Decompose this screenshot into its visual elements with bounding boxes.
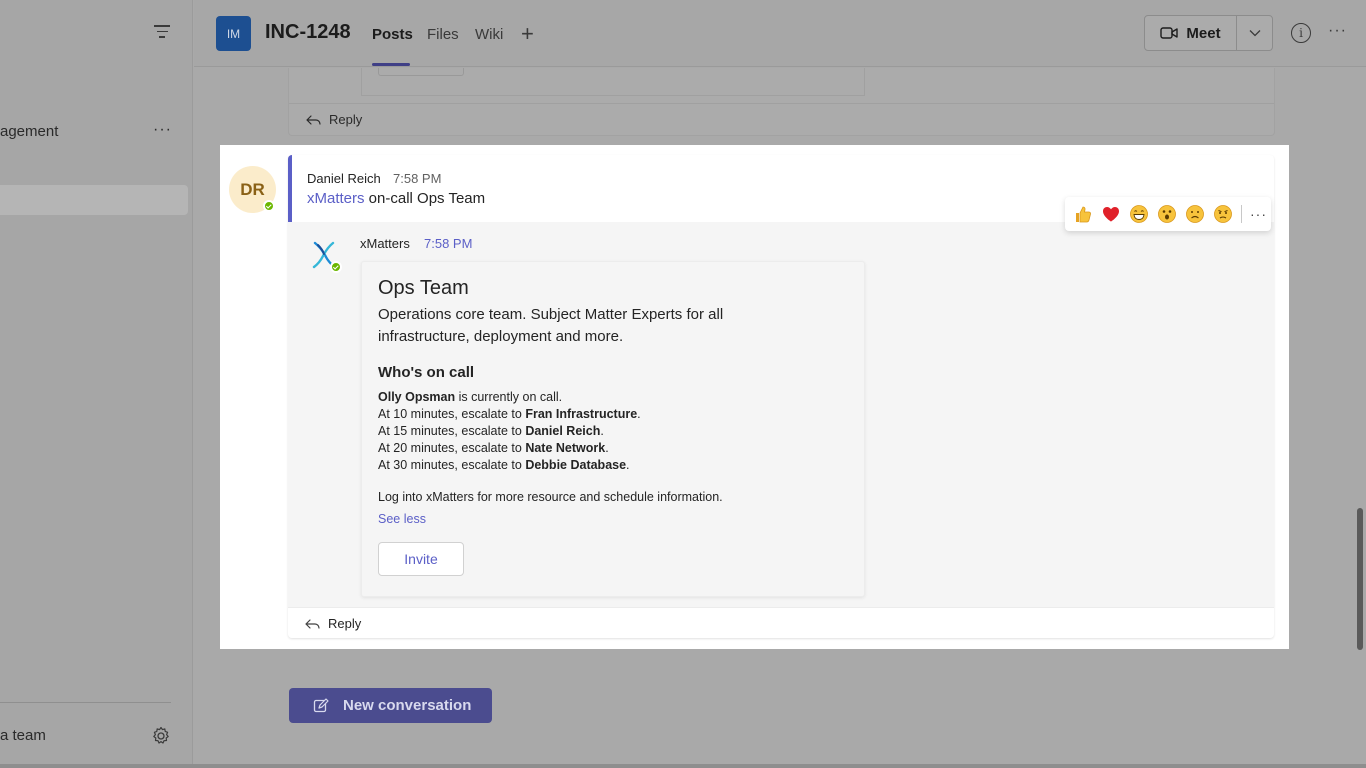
oncall-text: is currently on call.	[455, 390, 563, 404]
escalation-text: At 10 minutes, escalate to	[378, 407, 526, 421]
page-title: INC-1248	[265, 21, 351, 43]
video-camera-icon	[1160, 27, 1179, 39]
reply-button[interactable]: Reply	[304, 616, 361, 631]
bottom-edge	[0, 764, 1366, 768]
sidebar-selected-item[interactable]	[0, 185, 188, 215]
angry-icon[interactable]	[1209, 200, 1237, 228]
reply-timestamp: 7:58 PM	[424, 236, 473, 251]
laugh-icon[interactable]	[1125, 200, 1153, 228]
meet-button[interactable]: Meet	[1145, 16, 1237, 50]
avatar-initials: DR	[240, 179, 265, 199]
meet-button-group: Meet	[1144, 15, 1273, 51]
more-options-icon[interactable]: ···	[1250, 206, 1267, 222]
reply-arrow-icon	[306, 114, 321, 125]
presence-available-icon	[330, 261, 342, 273]
surprised-icon[interactable]	[1153, 200, 1181, 228]
thumbs-up-icon[interactable]	[1069, 200, 1097, 228]
escalation-line: At 20 minutes, escalate to Nate Network.	[378, 440, 641, 457]
sidebar-channel-label[interactable]: agement	[0, 123, 58, 140]
see-less-link[interactable]: See less	[378, 512, 426, 526]
new-conversation-button[interactable]: New conversation	[289, 688, 492, 723]
xmatters-link[interactable]: xMatters	[307, 190, 365, 207]
oncall-person: Olly Opsman	[378, 390, 456, 404]
bot-name[interactable]: xMatters	[360, 236, 410, 251]
compose-icon	[313, 697, 329, 712]
filter-icon[interactable]	[153, 25, 171, 41]
oncall-line: Olly Opsman is currently on call.	[378, 389, 641, 406]
sidebar-divider	[0, 702, 171, 703]
escalation-person: Debbie Database	[525, 458, 627, 472]
escalation-suffix: .	[605, 441, 609, 455]
avatar[interactable]: DR	[229, 166, 276, 213]
meet-label: Meet	[1186, 24, 1221, 42]
heart-icon[interactable]	[1097, 200, 1125, 228]
reactions-bar: ···	[1065, 197, 1271, 231]
escalation-suffix: .	[626, 458, 630, 472]
post-timestamp: 7:58 PM	[393, 171, 442, 186]
new-conversation-label: New conversation	[343, 697, 472, 714]
meet-dropdown-button[interactable]	[1237, 16, 1272, 50]
reply-button[interactable]: Reply	[305, 112, 362, 127]
escalation-suffix: .	[637, 407, 641, 421]
card-note: Log into xMatters for more resource and …	[378, 490, 723, 504]
chevron-down-icon	[1249, 30, 1260, 37]
tab-wiki[interactable]: Wiki	[475, 26, 503, 43]
escalation-person: Fran Infrastructure	[525, 407, 638, 421]
section-heading: Who's on call	[378, 364, 475, 381]
join-team-link[interactable]: a team	[0, 727, 46, 744]
reply-arrow-icon	[305, 618, 320, 629]
previous-card-button[interactable]	[378, 68, 464, 76]
card-title: Ops Team	[378, 277, 469, 299]
sidebar-more-options-icon[interactable]: ···	[153, 121, 172, 139]
presence-available-icon	[263, 200, 275, 212]
channel-header: IM INC-1248 Posts Files Wiki + Meet i ··…	[194, 0, 1366, 67]
previous-post: Reply	[288, 68, 1275, 136]
escalation-text: At 15 minutes, escalate to	[378, 424, 526, 438]
more-options-icon[interactable]: ···	[1328, 22, 1347, 40]
reply-label: Reply	[329, 112, 363, 127]
divider	[289, 103, 1274, 104]
post-subject: xMatters on-call Ops Team	[307, 190, 485, 207]
post-author[interactable]: Daniel Reich	[307, 171, 381, 186]
post-subject-text: on-call Ops Team	[364, 190, 486, 207]
invite-button[interactable]: Invite	[378, 542, 464, 576]
add-tab-icon[interactable]: +	[521, 21, 534, 47]
oncall-list: Olly Opsman is currently on call. At 10 …	[378, 389, 641, 474]
escalation-line: At 30 minutes, escalate to Debbie Databa…	[378, 457, 641, 474]
gear-icon[interactable]	[151, 726, 171, 746]
reply-label: Reply	[328, 616, 362, 631]
card-description: Operations core team. Subject Matter Exp…	[378, 306, 724, 345]
info-icon[interactable]: i	[1291, 23, 1311, 43]
active-tab-indicator	[372, 63, 410, 66]
sad-icon[interactable]	[1181, 200, 1209, 228]
post-footer: Reply	[288, 607, 1274, 638]
team-avatar: IM	[216, 16, 251, 51]
escalation-person: Daniel Reich	[525, 424, 601, 438]
highlighted-post: DR Daniel Reich 7:58 PM xMatters on-call…	[220, 145, 1289, 649]
tab-files[interactable]: Files	[427, 26, 459, 43]
scrollbar[interactable]	[1357, 508, 1363, 650]
escalation-line: At 15 minutes, escalate to Daniel Reich.	[378, 423, 641, 440]
escalation-text: At 20 minutes, escalate to	[378, 441, 526, 455]
escalation-suffix: .	[600, 424, 604, 438]
previous-card	[361, 68, 865, 96]
divider	[1241, 205, 1242, 223]
tab-posts[interactable]: Posts	[372, 26, 413, 43]
escalation-text: At 30 minutes, escalate to	[378, 458, 526, 472]
escalation-line: At 10 minutes, escalate to Fran Infrastr…	[378, 406, 641, 423]
xmatters-logo-icon[interactable]	[308, 239, 342, 273]
left-sidebar: agement ··· a team	[0, 0, 193, 768]
adaptive-card: Ops Team Operations core team. Subject M…	[361, 261, 865, 597]
escalation-person: Nate Network	[525, 441, 606, 455]
